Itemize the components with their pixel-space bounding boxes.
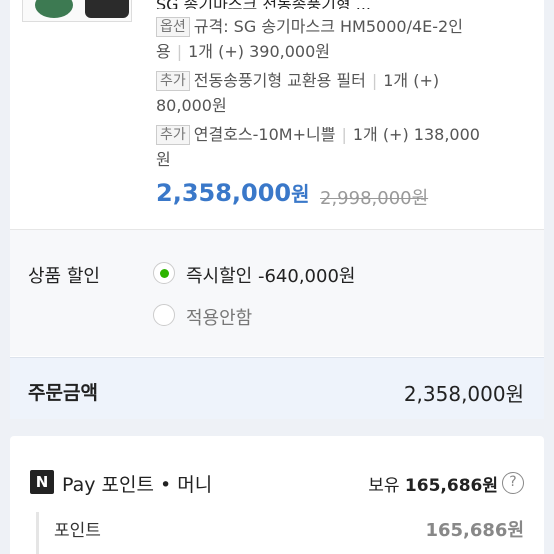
sale-price: 2,358,000원 [156, 179, 310, 207]
divider [10, 229, 544, 230]
option-line: 80,000원 [156, 93, 227, 118]
option-text: 전동송풍기형 교환용 필터 [193, 71, 366, 90]
option-text: 원 [156, 150, 171, 169]
option-qty: 1개 (+) [383, 71, 440, 90]
option-line: 추가 연결호스-10M+니쁠 | 1개 (+) 138,000 [156, 122, 480, 147]
option-tag: 추가 [156, 71, 190, 91]
npay-balance: 보유 165,686원 [368, 476, 498, 496]
option-text: 연결호스-10M+니쁠 [193, 125, 336, 144]
point-indent-bar [36, 512, 39, 554]
help-icon[interactable]: ? [502, 472, 524, 494]
option-price: 80,000원 [156, 96, 227, 115]
option-line: 용 | 1개 (+) 390,000원 [156, 42, 330, 61]
option-line: 원 [156, 147, 171, 172]
point-label: 포인트 [54, 521, 101, 541]
point-value: 165,686원 [425, 520, 524, 541]
option-qty: 1개 (+) 390,000원 [188, 42, 330, 61]
order-total-value: 2,358,000원 [403, 382, 524, 406]
no-discount-label[interactable]: 적용안함 [186, 304, 252, 330]
option-tag: 추가 [156, 125, 190, 145]
discount-label: 상품 할인 [28, 266, 100, 287]
instant-discount-label[interactable]: 즉시할인 -640,000원 [186, 262, 355, 288]
option-line: 옵션 규격: SG 송기마스크 HM5000/4E-2인 [156, 14, 463, 39]
radio-instant-discount[interactable] [153, 262, 175, 284]
original-price: 2,998,000원 [320, 188, 429, 209]
option-qty: 1개 (+) 138,000 [352, 125, 480, 144]
option-text: 용 [156, 42, 171, 61]
discount-section [10, 229, 544, 356]
radio-no-discount[interactable] [153, 304, 175, 326]
order-total-label: 주문금액 [28, 382, 98, 404]
npay-logo-icon: N [30, 470, 54, 494]
npay-title: Pay 포인트 • 머니 [62, 474, 213, 496]
product-thumbnail [22, 0, 132, 22]
product-title: SG 송기마스크 전동송풍기형 ... [156, 0, 516, 9]
option-line: 추가 전동송풍기형 교환용 필터 | 1개 (+) [156, 68, 439, 93]
option-tag: 옵션 [156, 17, 190, 37]
option-text: 규격: SG 송기마스크 HM5000/4E-2인 [193, 17, 463, 36]
